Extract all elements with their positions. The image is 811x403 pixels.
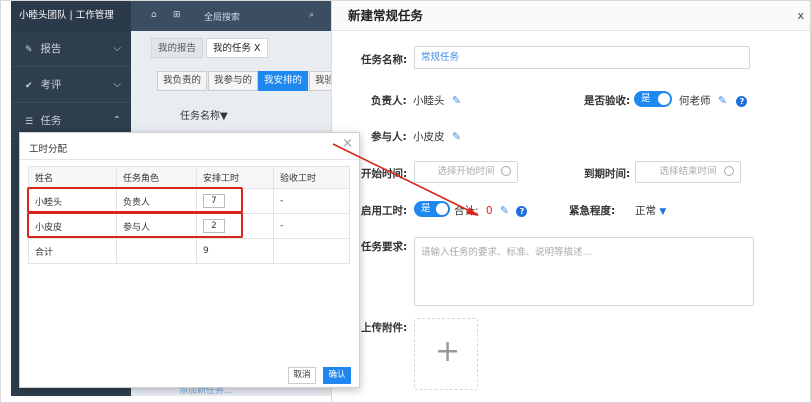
owner-field[interactable]: 小睦头 ✎ xyxy=(413,93,461,108)
sidebar-item-label: 考评 xyxy=(40,79,62,91)
tab-my-reports[interactable]: 我的报告 xyxy=(151,38,204,58)
hours-label: 启用工时: xyxy=(361,205,408,217)
header-accept-hours: 验收工时 xyxy=(273,166,350,189)
edit-icon: ✎ xyxy=(25,45,33,55)
hours-toggle-label: 是 xyxy=(421,203,431,214)
clock-icon xyxy=(724,166,734,176)
total-empty xyxy=(273,238,350,264)
table-total-row: 合计 9 xyxy=(28,238,350,264)
panel-title: 新建常规任务 xyxy=(332,1,810,31)
global-search-label[interactable]: 全局搜索 xyxy=(204,10,240,23)
toggle-knob xyxy=(436,203,448,215)
divider xyxy=(20,159,359,160)
ok-button[interactable]: 确认 xyxy=(323,367,351,384)
hours-toggle[interactable]: 是 xyxy=(414,201,450,217)
accept-person-field[interactable]: 何老师 ✎ ? xyxy=(679,93,748,108)
header-name: 姓名 xyxy=(28,166,117,189)
tab-my-tasks[interactable]: 我的任务 X xyxy=(206,38,268,58)
subtab-arranged[interactable]: 我安排的 xyxy=(258,71,309,91)
header-hours: 安排工时 xyxy=(196,166,274,189)
upload-box[interactable]: + xyxy=(414,318,478,390)
plus-icon: + xyxy=(435,334,461,369)
total-label: 合计 xyxy=(28,238,117,264)
accept-person: 何老师 xyxy=(679,95,711,107)
sidebar-item-label: 报告 xyxy=(40,43,62,55)
due-time-input[interactable]: 选择结束时间 xyxy=(635,161,741,183)
owner-label: 负责人: xyxy=(371,95,407,107)
subtab-participated[interactable]: 我参与的 xyxy=(208,71,259,91)
urgency-value: 正常 xyxy=(635,205,656,217)
header-role: 任务角色 xyxy=(116,166,197,189)
urgency-label: 紧急程度: xyxy=(569,205,616,217)
participant-field[interactable]: 小皮皮 ✎ xyxy=(413,129,461,144)
cancel-button[interactable]: 取消 xyxy=(288,367,316,384)
modal-title: 工时分配 xyxy=(29,144,68,155)
close-icon[interactable]: × xyxy=(342,136,353,151)
grid-icon[interactable]: ⊞ xyxy=(173,10,181,20)
accept-toggle-label: 是 xyxy=(641,93,651,104)
chevron-down-icon: ⌵ xyxy=(113,43,121,54)
edit-icon[interactable]: ✎ xyxy=(718,94,727,107)
due-time-placeholder: 选择结束时间 xyxy=(659,166,717,177)
task-name-input[interactable]: 常规任务 xyxy=(414,46,750,69)
edit-icon[interactable]: ✎ xyxy=(452,130,461,143)
attachment-label: 上传附件: xyxy=(361,322,408,334)
highlight-box xyxy=(27,187,243,213)
requirement-label: 任务要求: xyxy=(361,241,408,253)
check-icon: ✔ xyxy=(25,81,33,91)
due-time-label: 到期时间: xyxy=(584,168,631,180)
clock-icon xyxy=(501,166,511,176)
total-value: 9 xyxy=(196,238,274,264)
close-icon[interactable]: x xyxy=(797,9,804,22)
sidebar-item-report[interactable]: ✎ 报告 ⌵ xyxy=(11,31,131,67)
total-empty xyxy=(116,238,197,264)
home-icon[interactable]: ⌂ xyxy=(151,10,157,20)
subtab-responsible[interactable]: 我负责的 xyxy=(157,71,208,91)
screenshot-root: 小睦头团队 | 工作管理 ✎ 报告 ⌵ ✔ 考评 ⌵ ☰ 任务 ⌃ ⌂ ⊞ 全局… xyxy=(0,0,811,403)
toggle-knob xyxy=(658,93,670,105)
accept-label: 是否验收: xyxy=(584,95,631,107)
hours-total-value: 0 xyxy=(485,205,493,217)
row-accept: - xyxy=(273,213,350,239)
chevron-down-icon: ⌵ xyxy=(113,79,121,90)
caret-down-icon: ▼ xyxy=(659,207,667,217)
accept-toggle[interactable]: 是 xyxy=(634,91,672,107)
column-task-name[interactable]: 任务名称▼ xyxy=(180,107,228,122)
help-icon[interactable]: ? xyxy=(516,206,528,217)
highlight-box xyxy=(27,212,243,238)
urgency-select[interactable]: 正常 ▼ xyxy=(635,203,666,218)
sidebar-item-label: 任务 xyxy=(40,115,62,127)
hours-total-label: 合计: xyxy=(454,205,479,217)
sidebar-item-review[interactable]: ✔ 考评 ⌵ xyxy=(11,67,131,103)
search-icon[interactable]: ⌕ xyxy=(309,10,314,20)
row-accept: - xyxy=(273,188,350,214)
topbar: ⌂ ⊞ 全局搜索 ⌕ xyxy=(131,1,331,31)
edit-icon[interactable]: ✎ xyxy=(452,94,461,107)
edit-icon[interactable]: ✎ xyxy=(500,204,509,217)
participant-label: 参与人: xyxy=(371,131,407,143)
task-name-label: 任务名称: xyxy=(361,54,408,66)
table-header-row: 姓名 任务角色 安排工时 验收工时 xyxy=(28,166,350,189)
help-icon[interactable]: ? xyxy=(736,96,748,107)
participant-value: 小皮皮 xyxy=(413,131,445,143)
hours-allocation-modal: 工时分配 × 姓名 任务角色 安排工时 验收工时 小睦头 负责人 7 - 小皮皮… xyxy=(19,132,360,388)
start-time-input[interactable]: 选择开始时间 xyxy=(414,161,518,183)
brand-title: 小睦头团队 | 工作管理 xyxy=(11,1,131,31)
start-time-label: 开始时间: xyxy=(361,168,408,180)
owner-value: 小睦头 xyxy=(413,95,445,107)
start-time-placeholder: 选择开始时间 xyxy=(437,166,495,177)
hours-total-field[interactable]: 合计: 0 ✎ ? xyxy=(454,203,528,218)
requirement-textarea[interactable]: 请输入任务的要求、标准、说明等描述... xyxy=(414,237,754,306)
